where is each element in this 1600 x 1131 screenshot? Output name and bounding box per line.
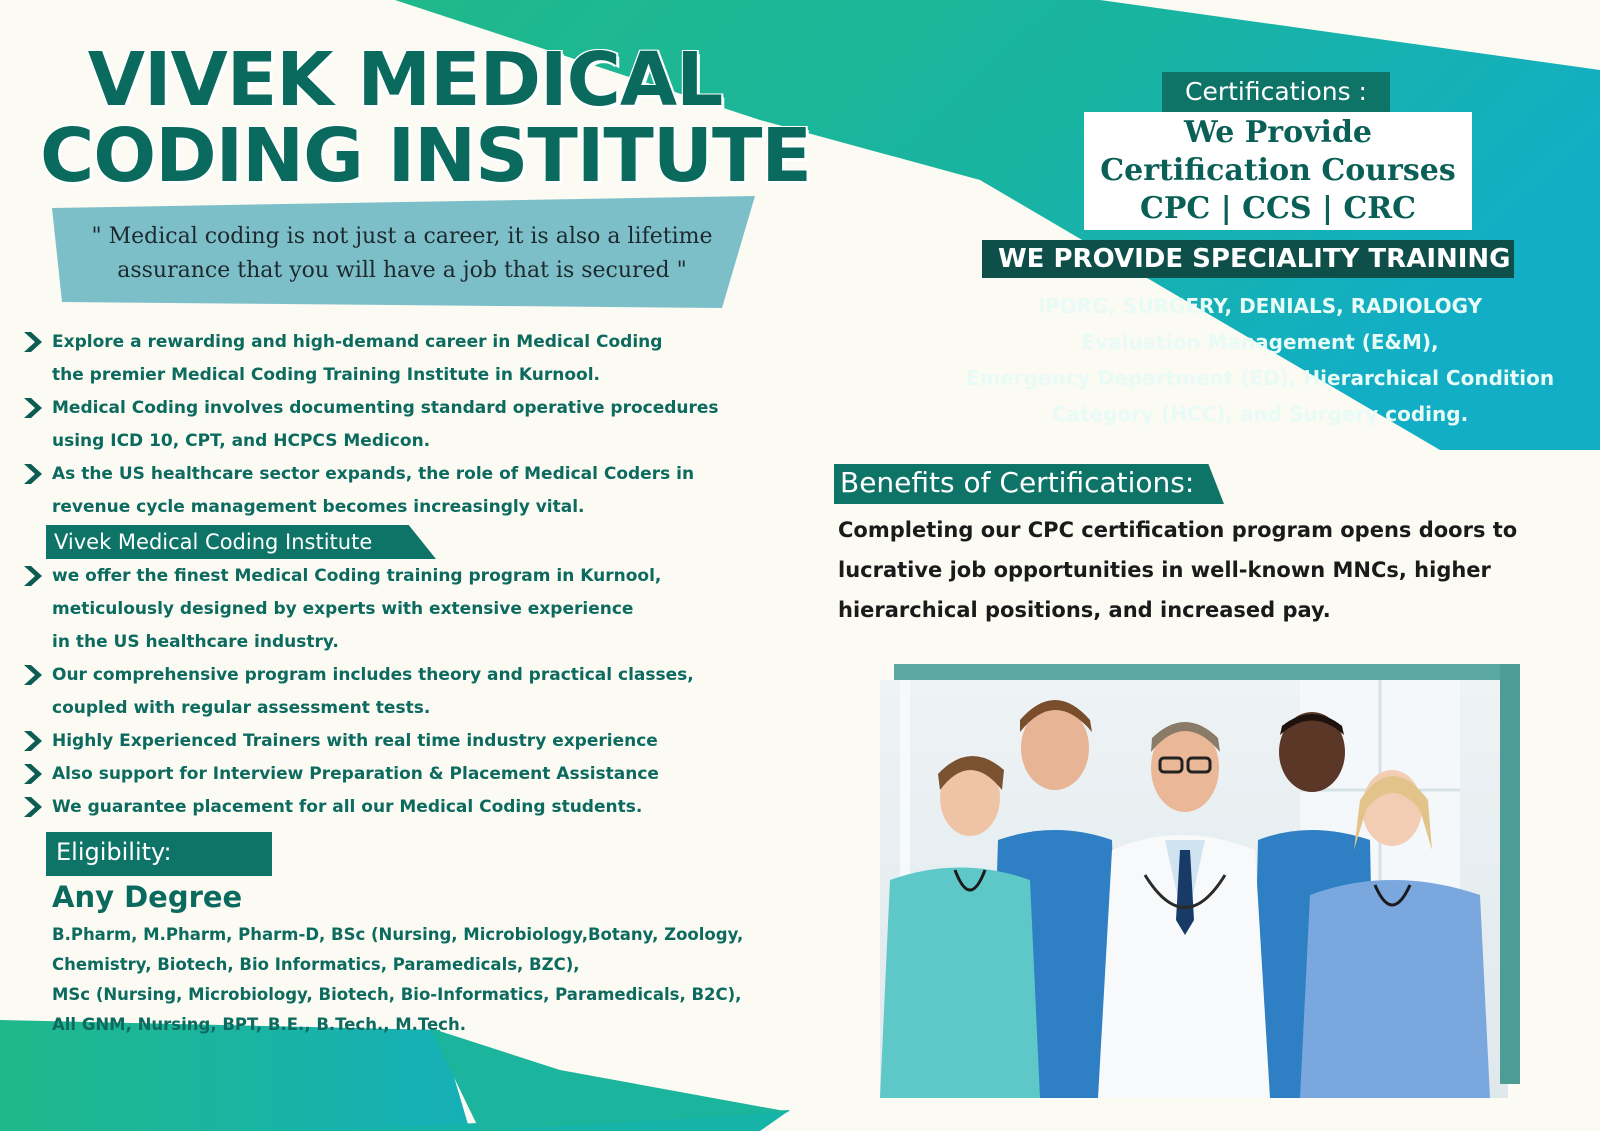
speciality-list: IPDRG, SURGERY, DENIALS, RADIOLOGY Evalu… [950, 288, 1570, 432]
certifications-line-1: We Provide [1183, 115, 1373, 150]
degree-line: B.Pharm, M.Pharm, Pharm-D, BSc (Nursing,… [52, 925, 744, 944]
list-item-text: Explore a rewarding and high-demand care… [52, 332, 663, 352]
list-item-text: using ICD 10, CPT, and HCPCS Medicon. [52, 431, 431, 451]
speciality-heading: WE PROVIDE SPECIALITY TRAINING [998, 244, 1511, 274]
list-item-text: we offer the finest Medical Coding train… [52, 566, 662, 586]
chevron-right-icon [24, 398, 42, 418]
list-item-text: As the US healthcare sector expands, the… [52, 464, 695, 484]
list-item: we offer the finest Medical Coding train… [22, 560, 762, 659]
degree-line: All GNM, Nursing, BPT, B.E., B.Tech., M.… [52, 1015, 466, 1034]
eligibility-label-box: Eligibility: [46, 832, 272, 876]
speciality-line: Evaluation Management (E&M), [1081, 330, 1439, 354]
list-item-text: in the US healthcare industry. [52, 632, 339, 652]
medical-team-illustration [880, 680, 1508, 1098]
institute-title: VIVEK MEDICAL CODING INSTITUTE [40, 37, 812, 199]
benefits-line: hierarchical positions, and increased pa… [838, 598, 1331, 622]
title-line-1: VIVEK MEDICAL [87, 37, 724, 123]
list-item-text: the premier Medical Coding Training Inst… [52, 365, 601, 385]
benefits-heading: Benefits of Certifications: [840, 466, 1195, 499]
photo-frame-edge [1500, 664, 1520, 1084]
list-item-text: Highly Experienced Trainers with real ti… [52, 731, 658, 751]
degree-line: Chemistry, Biotech, Bio Informatics, Par… [52, 955, 580, 974]
list-item-text: coupled with regular assessment tests. [52, 698, 431, 718]
flyer-page: VIVEK MEDICAL CODING INSTITUTE " Medical… [0, 0, 1600, 1131]
speciality-line: Emergency Department (ED), Hierarchical … [965, 366, 1555, 390]
eligibility-label: Eligibility: [56, 838, 172, 866]
list-item-text: Our comprehensive program includes theor… [52, 665, 694, 685]
subheading-text: Vivek Medical Coding Institute [54, 530, 373, 554]
chevron-right-icon [24, 464, 42, 484]
speciality-heading-bar: WE PROVIDE SPECIALITY TRAINING [982, 240, 1514, 278]
list-item: Highly Experienced Trainers with real ti… [22, 725, 762, 758]
certifications-line-2: Certification Courses [1100, 153, 1456, 188]
certifications-box: We Provide Certification Courses CPC | C… [1084, 112, 1472, 230]
chevron-right-icon [24, 566, 42, 586]
eligibility-headline: Any Degree [52, 880, 243, 914]
list-item-text: Medical Coding involves documenting stan… [52, 398, 719, 418]
certifications-label-box: Certifications : [1162, 72, 1390, 114]
institute-subheading: Vivek Medical Coding Institute [46, 525, 436, 559]
list-item: Our comprehensive program includes theor… [22, 659, 762, 725]
feature-list-top: Explore a rewarding and high-demand care… [22, 326, 762, 524]
benefits-heading-box: Benefits of Certifications: [834, 464, 1224, 504]
list-item-text: revenue cycle management becomes increas… [52, 497, 585, 517]
chevron-right-icon [24, 665, 42, 685]
certifications-label: Certifications : [1185, 77, 1367, 106]
certifications-line-3: CPC | CCS | CRC [1139, 191, 1417, 226]
benefits-text: Completing our CPC certification program… [838, 510, 1558, 630]
list-item: As the US healthcare sector expands, the… [22, 458, 762, 524]
list-item: Explore a rewarding and high-demand care… [22, 326, 762, 392]
tagline-quote: " Medical coding is not just a career, i… [62, 220, 742, 288]
list-item-text: meticulously designed by experts with ex… [52, 599, 634, 619]
eligibility-degrees: B.Pharm, M.Pharm, Pharm-D, BSc (Nursing,… [52, 920, 772, 1040]
chevron-right-icon [24, 332, 42, 352]
benefits-line: Completing our CPC certification program… [838, 518, 1518, 542]
speciality-line: Category (HCC), and Surgery coding. [1051, 402, 1469, 426]
degree-line: MSc (Nursing, Microbiology, Biotech, Bio… [52, 985, 742, 1004]
list-item-text: Also support for Interview Preparation &… [52, 764, 659, 784]
benefits-line: lucrative job opportunities in well-know… [838, 558, 1491, 582]
speciality-line: IPDRG, SURGERY, DENIALS, RADIOLOGY [1037, 294, 1483, 318]
medical-team-photo [880, 680, 1508, 1098]
feature-list-bottom: we offer the finest Medical Coding train… [22, 560, 762, 824]
list-item: Medical Coding involves documenting stan… [22, 392, 762, 458]
chevron-right-icon [24, 764, 42, 784]
title-line-2: CODING INSTITUTE [40, 113, 812, 199]
list-item-text: We guarantee placement for all our Medic… [52, 797, 643, 817]
quote-line-1: " Medical coding is not just a career, i… [91, 224, 713, 249]
list-item: Also support for Interview Preparation &… [22, 758, 762, 791]
list-item: We guarantee placement for all our Medic… [22, 791, 762, 824]
chevron-right-icon [24, 731, 42, 751]
quote-line-2: assurance that you will have a job that … [117, 258, 687, 283]
chevron-right-icon [24, 797, 42, 817]
